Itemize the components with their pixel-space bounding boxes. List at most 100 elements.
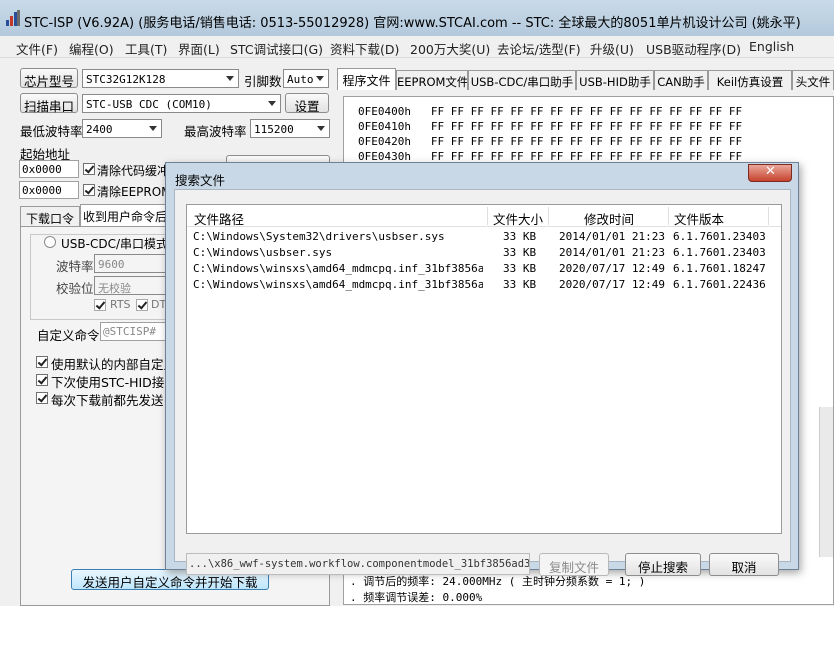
menu-forum[interactable]: 去论坛/选型(F) [497,39,581,58]
table-row[interactable]: C:\Windows\winsxs\amd64_mdmcpq.inf_31bf3… [187,261,781,277]
scan-port-button[interactable]: 扫描串口 [20,93,78,114]
min-baud-value: 2400 [86,123,113,136]
search-files-dialog: 搜索文件 ✕ 文件路径 文件大小 修改时间 文件版本 C:\Windows\Sy… [165,162,799,576]
file-version: 6.1.7601.23403 [673,246,766,259]
menu-usb-driver[interactable]: USB驱动程序(D) [646,39,741,58]
file-list-header: 文件路径 文件大小 修改时间 文件版本 [187,205,781,227]
file-path: C:\Windows\usbser.sys [193,246,333,259]
chip-model-button[interactable]: 芯片型号 [20,68,78,89]
hex-bytes: FF FF FF FF FF FF FF FF FF FF FF FF FF F… [430,105,743,118]
file-size: 33 KB [503,246,537,259]
eeprom-start-address-input[interactable]: 0x0000 [19,181,79,199]
chevron-down-icon [317,126,325,131]
clear-code-label: 清除代码缓冲 [97,164,170,178]
tab-eeprom-file[interactable]: EEPROM文件 [396,70,468,90]
send-before-download-checkbox[interactable] [36,392,48,404]
rts-checkbox[interactable] [94,299,106,311]
next-use-hid-label: 下次使用STC-HID接口 [51,375,177,390]
parity-value: 无校验 [98,282,131,295]
send-before-download-label: 每次下载前都先发送自 [51,393,177,408]
menu-downloads[interactable]: 资料下载(D) [330,39,399,58]
pins-select[interactable]: Auto [283,69,329,88]
usb-mode-label: USB-CDC/串口模式 [61,237,169,251]
use-default-checkbox[interactable] [36,356,48,368]
hex-address: 0FE0420h [358,135,411,148]
file-list[interactable]: 文件路径 文件大小 修改时间 文件版本 C:\Windows\System32\… [186,204,782,534]
column-header-date[interactable]: 修改时间 [584,209,634,228]
column-divider [668,207,669,225]
stop-search-button[interactable]: 停止搜索 [625,553,701,576]
tab-keil-settings[interactable]: Keil仿真设置 [708,70,792,90]
settings-button[interactable]: 设置 [285,93,329,114]
menu-bar: 文件(F) 编程(O) 工具(T) 界面(L) STC调试接口(G) 资料下载(… [0,36,834,58]
next-use-hid-checkbox[interactable] [36,374,48,386]
clear-eeprom-checkbox[interactable] [83,184,95,196]
window-title: STC-ISP (V6.92A) (服务电话/销售电话: 0513-550129… [24,16,801,31]
menu-program[interactable]: 编程(O) [69,39,114,58]
file-size: 33 KB [503,262,537,275]
log-line: . 频率调节误差: 0.000% [350,591,483,604]
max-baud-value: 115200 [254,123,294,136]
min-baud-label: 最低波特率 [20,124,83,139]
menu-tools[interactable]: 工具(T) [125,39,167,58]
hex-address: 0FE0400h [358,105,411,118]
tab-program-file[interactable]: 程序文件 [337,68,396,90]
chip-model-select[interactable]: STC32G12K128 [82,69,239,88]
baud-value: 9600 [98,258,125,271]
clear-code-checkbox[interactable] [83,163,95,175]
tab-hid-assistant[interactable]: USB-HID助手 [576,70,654,90]
column-header-version[interactable]: 文件版本 [674,209,724,228]
app-icon [6,10,20,26]
table-row[interactable]: C:\Windows\winsxs\amd64_mdmcpq.inf_31bf3… [187,277,781,293]
parity-label: 校验位 [56,281,94,296]
file-path: C:\Windows\System32\drivers\usbser.sys [193,230,445,243]
hex-row: 0FE0420h FF FF FF FF FF FF FF FF FF FF F… [358,135,742,148]
file-version: 6.1.7601.22436 [673,278,766,291]
dtr-checkbox[interactable] [136,299,148,311]
tab-download-password[interactable]: 下载口令 [20,206,80,226]
file-date: 2020/07/17 12:49 [559,278,665,291]
menu-file[interactable]: 文件(F) [16,39,58,58]
file-date: 2020/07/17 12:49 [559,262,665,275]
chip-model-value: STC32G12K128 [86,73,166,86]
close-icon: ✕ [765,164,776,179]
chevron-down-icon [316,76,324,81]
menu-interface[interactable]: 界面(L) [178,39,220,58]
chevron-down-icon [268,101,276,106]
max-baud-label: 最高波特率 [184,124,247,139]
vertical-scrollbar[interactable] [819,407,833,557]
menu-english[interactable]: English [749,39,794,54]
chevron-down-icon [149,126,157,131]
parity-select[interactable]: 无校验 [94,276,174,295]
usb-mode-radio[interactable] [44,236,56,248]
port-select[interactable]: STC-USB CDC (COM10) [82,94,281,113]
chevron-down-icon [226,76,234,81]
tab-user-command[interactable]: 收到用户命令后 [80,204,170,226]
file-version: 6.1.7601.23403 [673,230,766,243]
copy-file-button[interactable]: 复制文件 [539,553,609,576]
hex-row: 0FE0410h FF FF FF FF FF FF FF FF FF FF F… [358,120,742,133]
column-header-path[interactable]: 文件路径 [194,209,244,228]
table-row[interactable]: C:\Windows\usbser.sys 33 KB 2014/01/01 2… [187,245,781,261]
file-path: C:\Windows\winsxs\amd64_mdmcpq.inf_31bf3… [193,278,483,291]
file-date: 2014/01/01 21:23 [559,246,665,259]
tab-serial-assistant[interactable]: USB-CDC/串口助手 [468,70,576,90]
hex-bytes: FF FF FF FF FF FF FF FF FF FF FF FF FF F… [430,135,743,148]
max-baud-select[interactable]: 115200 [250,119,330,138]
menu-upgrade[interactable]: 升级(U) [590,39,634,58]
custom-command-label: 自定义命令 [37,328,100,343]
file-version: 6.1.7601.18247 [673,262,766,275]
table-row[interactable]: C:\Windows\System32\drivers\usbser.sys 3… [187,229,781,245]
min-baud-select[interactable]: 2400 [82,119,162,138]
hex-row: 0FE0400h FF FF FF FF FF FF FF FF FF FF F… [358,105,742,118]
tab-header-file[interactable]: 头文件 [792,70,834,90]
column-header-size[interactable]: 文件大小 [493,209,543,228]
baud-select[interactable]: 9600 [94,254,174,273]
tab-can-assistant[interactable]: CAN助手 [654,70,708,90]
file-size: 33 KB [503,278,537,291]
menu-prize[interactable]: 200万大奖(U) [410,39,490,58]
cancel-button[interactable]: 取消 [709,553,779,576]
code-start-address-input[interactable]: 0x0000 [19,160,79,178]
menu-debug-interface[interactable]: STC调试接口(G) [230,39,323,58]
close-button[interactable]: ✕ [748,164,792,182]
